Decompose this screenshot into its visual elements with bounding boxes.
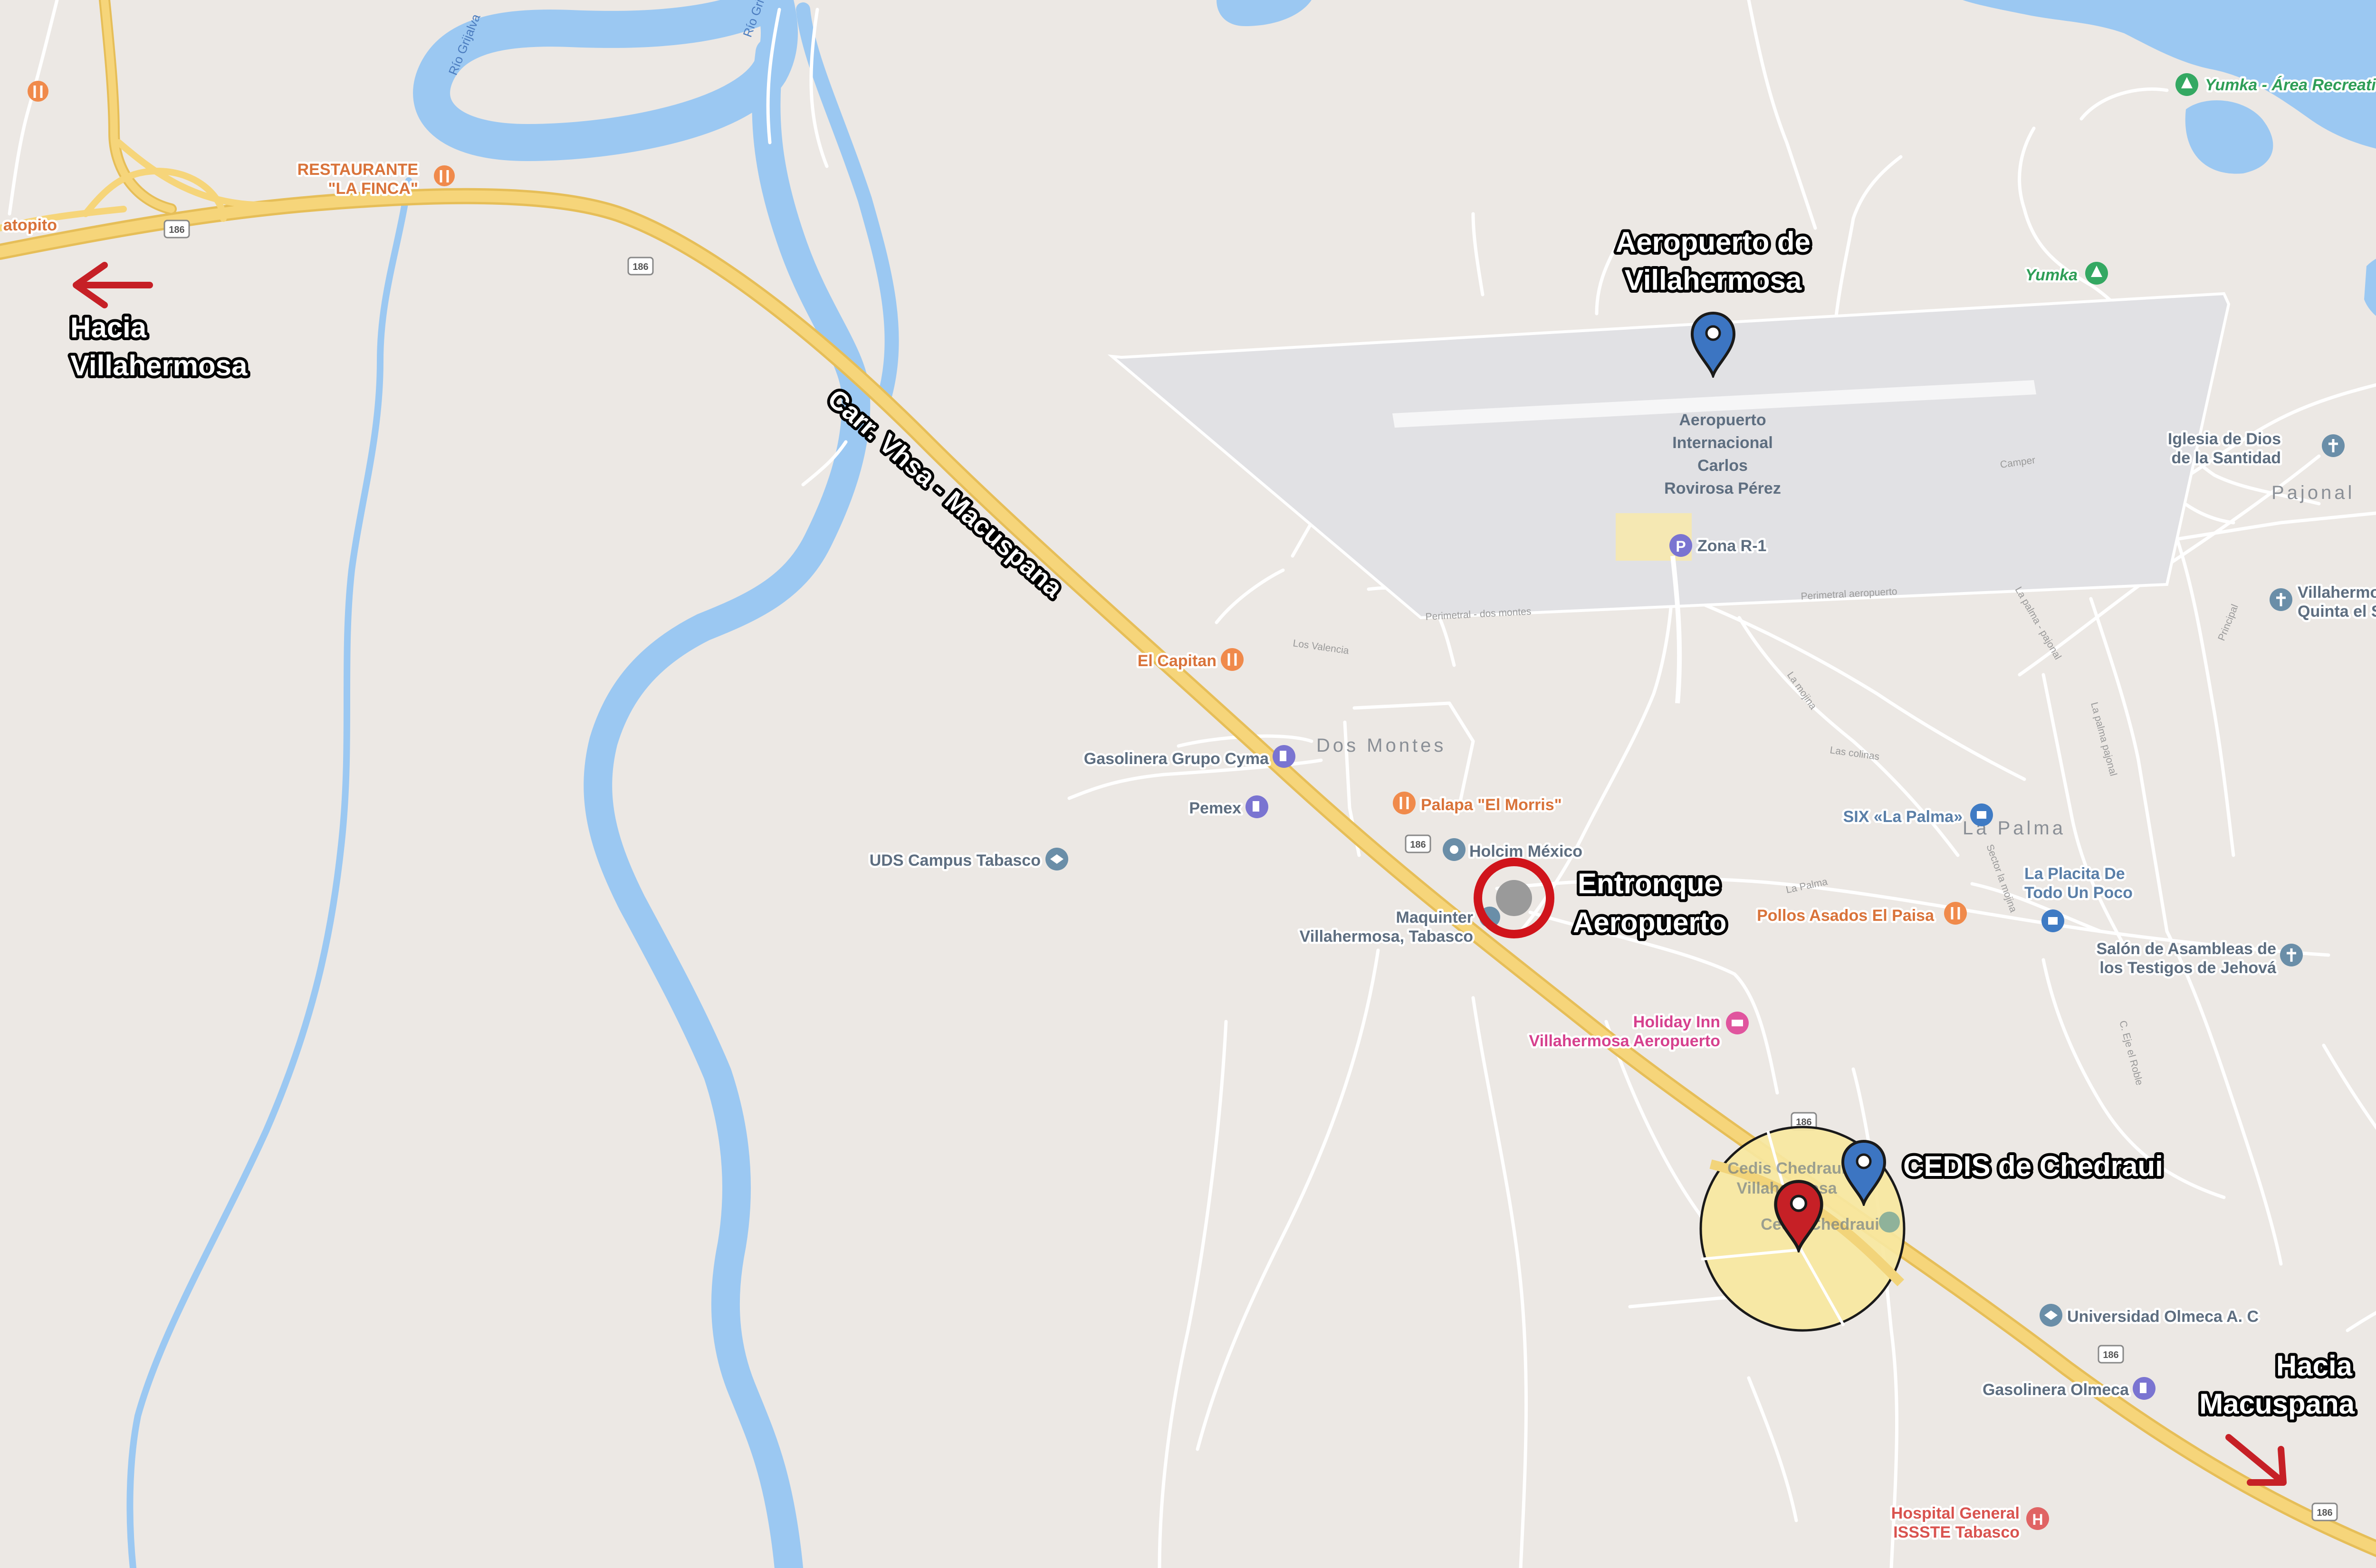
gas-station-icon: [1245, 795, 1268, 818]
svg-text:Palapa "El Morris": Palapa "El Morris": [1421, 796, 1562, 814]
svg-text:Hacia: Hacia: [70, 312, 147, 344]
svg-text:Holiday Inn: Holiday Inn: [1633, 1013, 1720, 1031]
church-icon: [2280, 944, 2303, 966]
locality-dos-montes: Dos Montes: [1316, 735, 1446, 756]
svg-text:186: 186: [2317, 1508, 2332, 1518]
hotel-icon: [1726, 1012, 1749, 1034]
restaurant-icon: [434, 165, 455, 186]
svg-text:Maquinter: Maquinter: [1396, 908, 1473, 927]
poi-atopito[interactable]: atopito: [1, 214, 59, 237]
svg-text:de la Santidad: de la Santidad: [2172, 449, 2281, 467]
poi-el-capitan[interactable]: El Capitan: [1135, 648, 1244, 672]
church-icon: [2322, 434, 2345, 457]
svg-text:Villahermosa, Tabasco: Villahermosa, Tabasco: [1300, 927, 1473, 946]
svg-text:Holcim México: Holcim México: [1469, 842, 1582, 860]
restaurant-icon: [1221, 648, 1244, 671]
map-canvas[interactable]: 186 186 186 186 186 186 Río Grijalva Río…: [0, 0, 2376, 1568]
svg-text:Hospital General: Hospital General: [1891, 1504, 2020, 1522]
svg-text:186: 186: [1410, 840, 1426, 850]
shop-icon: [1970, 803, 1993, 826]
svg-text:Gasolinera Olmeca: Gasolinera Olmeca: [1983, 1381, 2129, 1399]
locality-pajonal: Pajonal: [2271, 482, 2355, 503]
svg-text:Entronque: Entronque: [1578, 868, 1720, 899]
church-icon: [2270, 588, 2292, 611]
poi-cedis-label: Cedis Chedraui: [1727, 1159, 1846, 1177]
svg-text:Yumka: Yumka: [2025, 266, 2078, 284]
svg-text:Pemex: Pemex: [1189, 799, 1241, 817]
school-icon: [2040, 1304, 2062, 1327]
poi-zona-r1[interactable]: P Zona R-1: [1669, 534, 1769, 557]
svg-text:SIX «La Palma»: SIX «La Palma»: [1843, 808, 1963, 826]
poi-uds-campus[interactable]: UDS Campus Tabasco: [867, 848, 1068, 872]
school-icon: [1045, 848, 1068, 870]
svg-text:Salón de Asambleas de: Salón de Asambleas de: [2096, 940, 2276, 958]
svg-text:Villahermosa: Villahermosa: [1625, 264, 1802, 296]
gas-station-icon: [1273, 745, 1295, 768]
svg-text:Villahermosa - C: Villahermosa - C: [2298, 583, 2376, 602]
svg-text:P: P: [1676, 538, 1686, 555]
svg-text:Villahermosa Aeropuerto: Villahermosa Aeropuerto: [1529, 1032, 1720, 1050]
svg-text:El Capitan: El Capitan: [1138, 652, 1217, 670]
svg-text:Gasolinera Grupo Cyma: Gasolinera Grupo Cyma: [1084, 750, 1269, 768]
restaurant-icon[interactable]: [28, 81, 48, 102]
svg-text:Aeropuerto de: Aeropuerto de: [1616, 226, 1811, 258]
svg-text:Todo Un Poco: Todo Un Poco: [2024, 884, 2133, 902]
poi-pemex[interactable]: Pemex: [1187, 795, 1268, 820]
pin-icon: [1879, 1212, 1900, 1233]
svg-text:Internacional: Internacional: [1672, 434, 1773, 452]
svg-text:UDS Campus Tabasco: UDS Campus Tabasco: [870, 851, 1041, 870]
svg-text:Aeropuerto: Aeropuerto: [1573, 907, 1726, 938]
svg-text:La Placita De: La Placita De: [2024, 865, 2125, 883]
svg-text:Zona R-1: Zona R-1: [1697, 537, 1766, 555]
parking-icon: P: [1669, 534, 1692, 557]
svg-text:Yumka - Área Recreativa: Yumka - Área Recreativa: [2205, 76, 2376, 94]
svg-text:186: 186: [2103, 1350, 2118, 1360]
svg-text:Iglesia de Dios: Iglesia de Dios: [2168, 430, 2281, 448]
poi-universidad-olmeca[interactable]: Universidad Olmeca A. C: [2040, 1304, 2261, 1328]
shop-icon: [2041, 909, 2064, 932]
restaurant-icon: [1944, 902, 1967, 925]
svg-text:Carlos: Carlos: [1697, 457, 1748, 475]
svg-text:"LA FINCA": "LA FINCA": [328, 180, 418, 198]
restaurant-icon: [1393, 792, 1416, 814]
svg-text:H: H: [2032, 1511, 2043, 1528]
svg-text:Universidad Olmeca A. C: Universidad Olmeca A. C: [2067, 1308, 2259, 1326]
svg-text:Quinta el Sacrific: Quinta el Sacrific: [2298, 602, 2376, 621]
poi-yumka-area[interactable]: Yumka - Área Recreativa: [2175, 73, 2376, 96]
gas-station-icon: [2133, 1377, 2156, 1400]
park-icon: [2085, 262, 2108, 285]
svg-text:186: 186: [169, 225, 184, 235]
svg-text:Macuspana: Macuspana: [2199, 1388, 2355, 1420]
svg-text:Villahermosa: Villahermosa: [70, 350, 248, 382]
hospital-icon: H: [2026, 1507, 2049, 1530]
svg-text:RESTAURANTE: RESTAURANTE: [297, 161, 418, 179]
park-icon: [2175, 73, 2198, 96]
svg-text:Rovirosa Pérez: Rovirosa Pérez: [1664, 479, 1781, 497]
svg-text:ISSSTE Tabasco: ISSSTE Tabasco: [1893, 1523, 2020, 1541]
svg-text:186: 186: [632, 262, 648, 272]
svg-text:Pollos Asados El Paisa: Pollos Asados El Paisa: [1757, 907, 1935, 925]
svg-text:Hacia: Hacia: [2276, 1350, 2353, 1382]
pin-icon: [1443, 838, 1466, 861]
callout-cedis: CEDIS de Chedraui: [1903, 1150, 2163, 1182]
svg-text:Aeropuerto: Aeropuerto: [1679, 411, 1766, 429]
svg-text:los Testigos de Jehová: los Testigos de Jehová: [2099, 959, 2276, 977]
